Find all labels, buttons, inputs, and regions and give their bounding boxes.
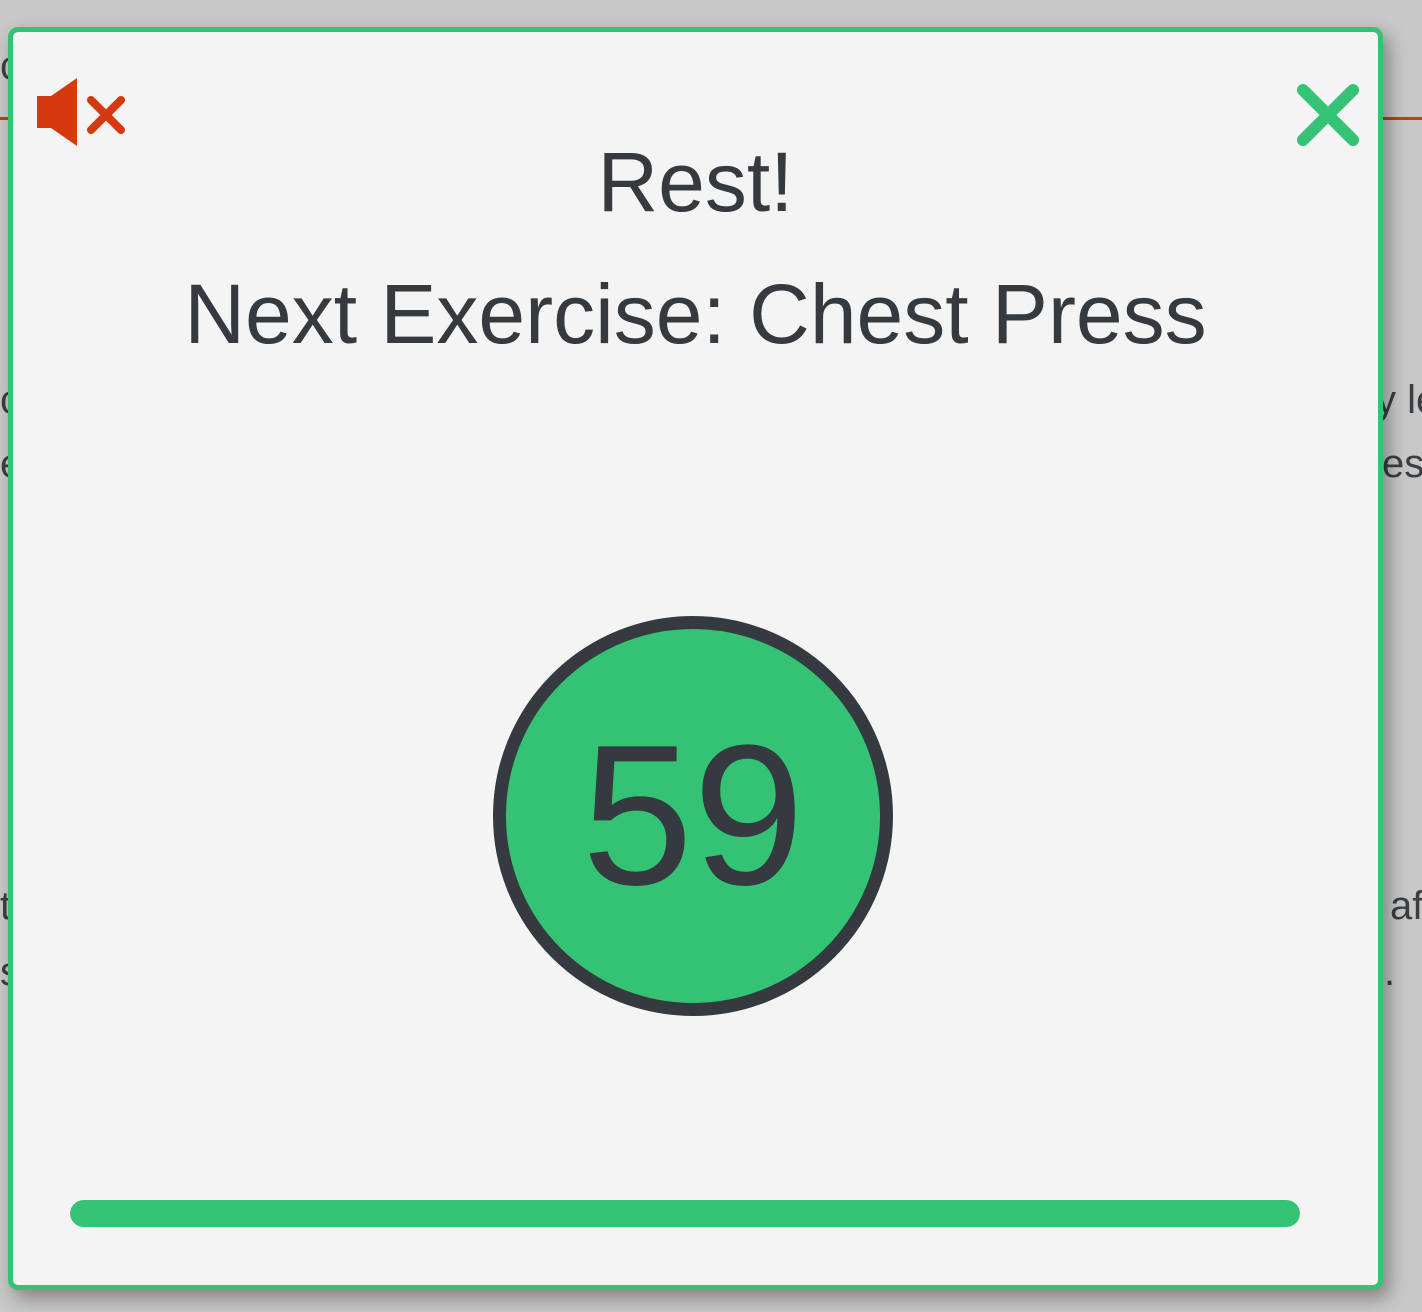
- background-text-fragment: es: [1382, 442, 1422, 486]
- rest-progress-fill: [70, 1200, 1300, 1227]
- background-text-fragment: .: [1384, 950, 1396, 994]
- countdown-value: 59: [581, 704, 805, 927]
- next-exercise-label: Next Exercise: Chest Press: [184, 267, 1207, 361]
- background-divider-right: [1380, 117, 1422, 120]
- rest-progress-bar: [70, 1200, 1300, 1227]
- background-text-fragment: af: [1390, 884, 1422, 928]
- countdown-timer: 59: [493, 616, 893, 1016]
- rest-title: Rest!: [597, 135, 794, 229]
- rest-timer-dialog: Rest! Next Exercise: Chest Press 59: [8, 27, 1383, 1290]
